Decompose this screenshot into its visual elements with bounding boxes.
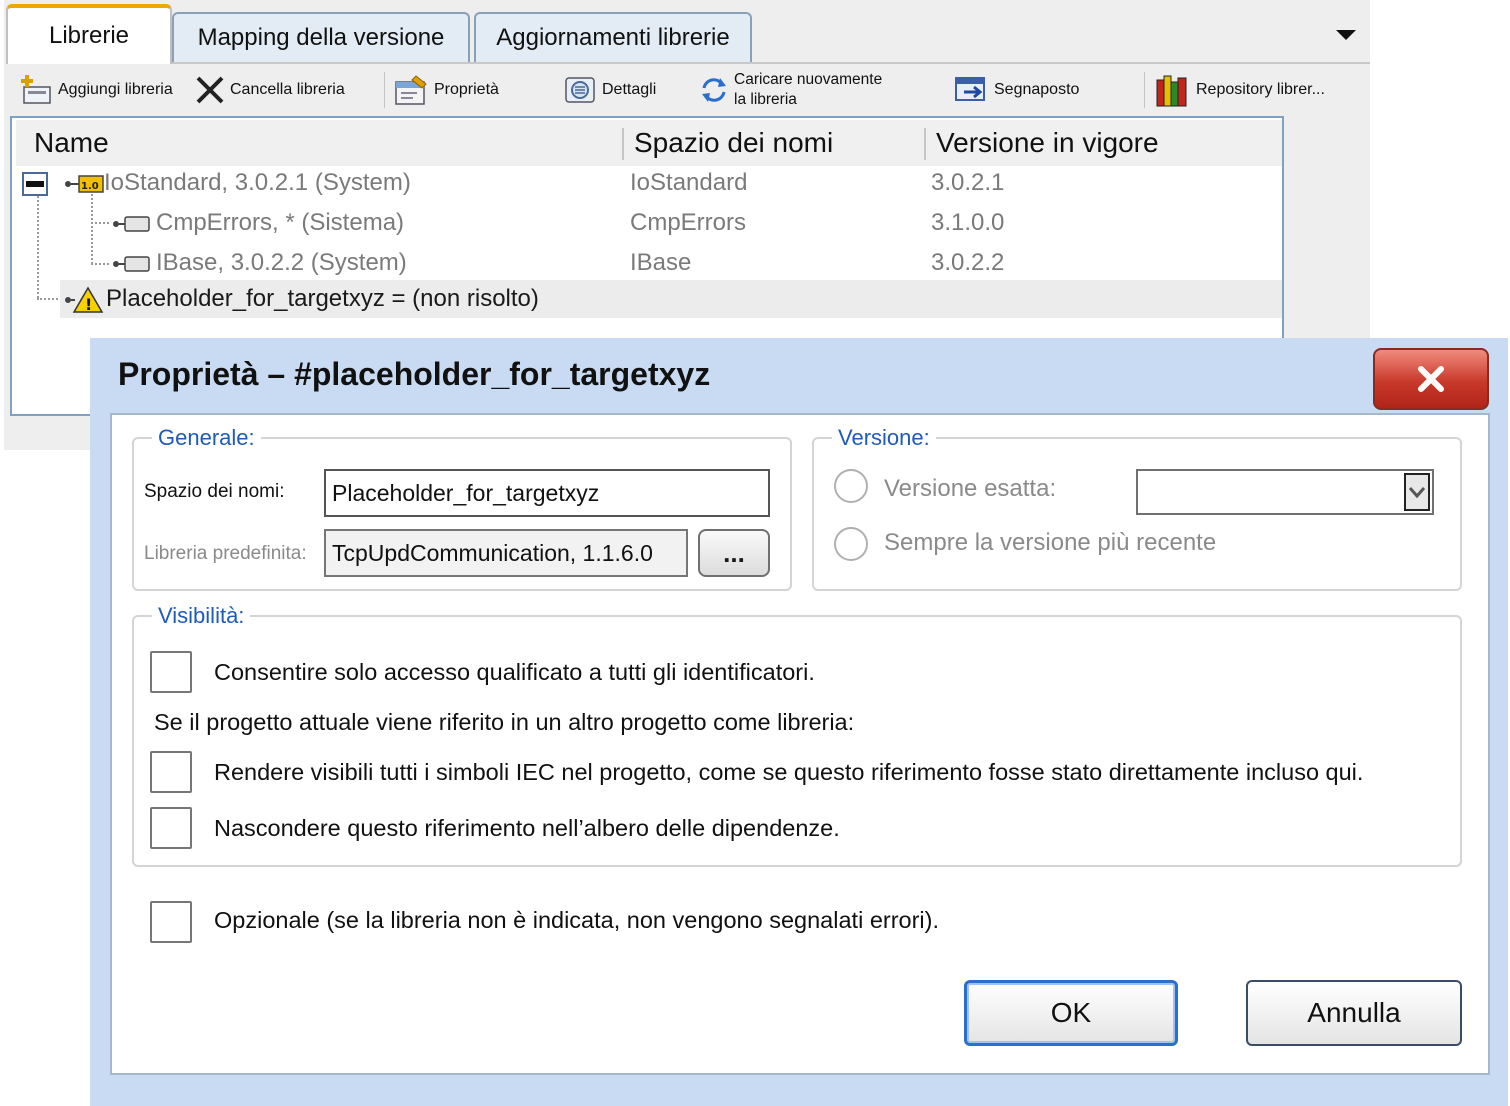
properties-dialog: Proprietà – #placeholder_for_targetxyz G…: [90, 338, 1508, 1106]
make-visible-checkbox[interactable]: [150, 751, 192, 793]
namespace-label: Spazio dei nomi:: [144, 481, 285, 502]
library-name: IoStandard, 3.0.2.1 (System): [104, 169, 411, 196]
tab-librerie[interactable]: Librerie: [6, 4, 172, 64]
add-library-icon: [21, 75, 51, 104]
reload-icon: [702, 78, 726, 102]
dialog-body: Generale: Spazio dei nomi: Placeholder_f…: [110, 413, 1490, 1075]
close-button[interactable]: [1373, 348, 1489, 410]
qualified-access-label: Consentire solo accesso qualificato a tu…: [214, 659, 815, 685]
tree-row-selected[interactable]: ! Placeholder_for_targetxyz = (non risol…: [60, 280, 1282, 318]
tabs-dropdown-icon[interactable]: [1334, 26, 1358, 44]
library-version: 3.0.2.2: [931, 249, 1005, 276]
reload-library-button[interactable]: Caricare nuovamente la libreria: [698, 66, 882, 114]
library-reference-icon: 1.0: [65, 175, 104, 193]
placeholder-label: Segnaposto: [994, 81, 1080, 98]
placeholder-button[interactable]: Segnaposto: [954, 66, 1079, 114]
reload-label-line1: Caricare nuovamente: [734, 71, 883, 88]
library-repository-label: Repository librer...: [1196, 81, 1325, 98]
visibility-legend: Visibilità:: [158, 603, 245, 628]
tree-row[interactable]: 1.0 IoStandard, 3.0.2.1 (System) IoStand…: [16, 164, 1282, 202]
delete-x-icon: [196, 76, 224, 104]
properties-label: Proprietà: [434, 81, 499, 98]
reload-label-line2: la libreria: [734, 91, 797, 108]
add-library-label: Aggiungi libreria: [58, 81, 173, 98]
make-visible-label: Rendere visibili tutti i simboli IEC nel…: [214, 759, 1364, 785]
tree-row[interactable]: IBase, 3.0.2.2 (System) IBase 3.0.2.2: [16, 244, 1282, 282]
library-version: 3.0.2.1: [931, 169, 1005, 196]
hide-reference-checkbox[interactable]: [150, 807, 192, 849]
placeholder-icon: [955, 77, 985, 101]
column-header-namespace[interactable]: Spazio dei nomi: [634, 120, 833, 166]
properties-button[interactable]: Proprietà: [394, 66, 499, 114]
details-label: Dettagli: [602, 81, 657, 98]
latest-version-label: Sempre la versione più recente: [884, 529, 1217, 556]
svg-text:1.0: 1.0: [81, 181, 99, 192]
delete-library-button[interactable]: Cancella libreria: [194, 66, 345, 114]
optional-label: Opzionale (se la libreria non è indicata…: [214, 907, 940, 933]
library-reference-icon: [113, 256, 150, 272]
column-header-version[interactable]: Versione in vigore: [936, 120, 1159, 166]
dialog-title: Proprietà – #placeholder_for_targetxyz: [118, 356, 711, 392]
add-library-button[interactable]: Aggiungi libreria: [18, 66, 173, 114]
library-reference-icon: [113, 216, 150, 232]
optional-checkbox[interactable]: [150, 901, 192, 943]
toolbar-separator: [1144, 72, 1145, 108]
details-icon: [565, 77, 595, 103]
default-library-label: Libreria predefinita:: [144, 543, 307, 564]
library-namespace: IBase: [630, 249, 692, 276]
svg-text:!: !: [85, 295, 92, 314]
browse-button[interactable]: ...: [698, 529, 770, 577]
books-icon: [1156, 75, 1187, 107]
chevron-down-icon[interactable]: [1404, 473, 1430, 511]
toolbar-separator: [384, 72, 385, 108]
referenced-note: Se il progetto attuale viene riferito in…: [154, 709, 855, 735]
tree-row[interactable]: CmpErrors, * (Sistema) CmpErrors 3.1.0.0: [16, 204, 1282, 242]
library-namespace: IoStandard: [630, 169, 748, 196]
library-version: 3.1.0.0: [931, 209, 1005, 236]
close-icon: [1418, 366, 1444, 392]
properties-icon: [395, 75, 427, 105]
latest-version-radio[interactable]: [834, 527, 868, 561]
tabs-baseline: [172, 62, 1370, 64]
general-legend: Generale:: [158, 425, 255, 450]
column-separator[interactable]: [924, 128, 926, 160]
tree-header: Name Spazio dei nomi Versione in vigore: [16, 120, 1282, 166]
warning-icon: !: [65, 286, 104, 314]
column-header-name[interactable]: Name: [34, 120, 109, 166]
namespace-input[interactable]: Placeholder_for_targetxyz: [324, 469, 770, 517]
collapse-icon[interactable]: [22, 172, 48, 196]
toolbar: Aggiungi libreria Cancella libreria Prop…: [4, 66, 1370, 114]
exact-version-radio[interactable]: [834, 469, 868, 503]
ok-button[interactable]: OK: [964, 980, 1178, 1046]
exact-version-label: Versione esatta:: [884, 475, 1057, 502]
library-name: Placeholder_for_targetxyz = (non risolto…: [106, 285, 539, 312]
library-repository-button[interactable]: Repository librer...: [1154, 66, 1325, 114]
tab-mapping-versione[interactable]: Mapping della versione: [172, 12, 470, 62]
hide-reference-label: Nascondere questo riferimento nell’alber…: [214, 815, 840, 841]
delete-library-label: Cancella libreria: [230, 81, 345, 98]
tab-aggiornamenti-librerie[interactable]: Aggiornamenti librerie: [474, 12, 752, 62]
default-library-field[interactable]: TcpUpdCommunication, 1.1.6.0: [324, 529, 688, 577]
cancel-button[interactable]: Annulla: [1246, 980, 1462, 1046]
library-name: CmpErrors, * (Sistema): [156, 209, 405, 236]
exact-version-select[interactable]: [1136, 469, 1434, 515]
library-namespace: CmpErrors: [630, 209, 747, 236]
library-name: IBase, 3.0.2.2 (System): [156, 249, 407, 276]
version-legend: Versione:: [838, 425, 930, 450]
details-button[interactable]: Dettagli: [562, 66, 656, 114]
qualified-access-checkbox[interactable]: [150, 651, 192, 693]
column-separator[interactable]: [622, 128, 624, 160]
